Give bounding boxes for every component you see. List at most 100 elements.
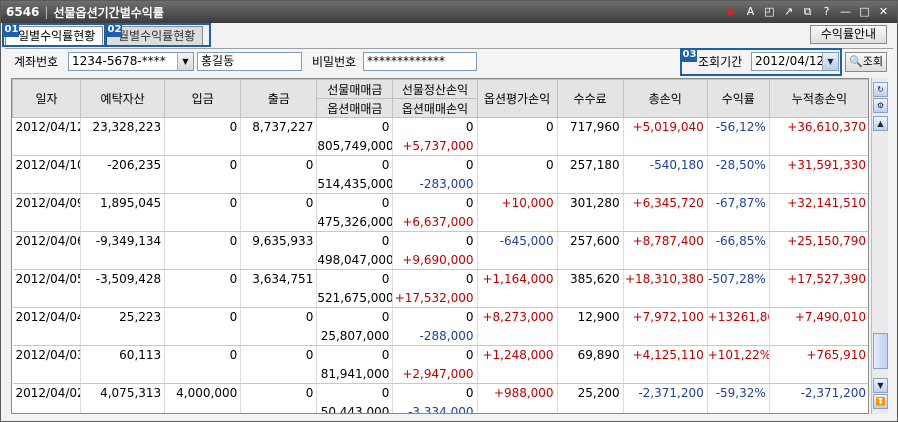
cell-empty (477, 326, 558, 346)
header-total-pl[interactable]: 총손익 (622, 79, 708, 118)
export-icon[interactable]: ⚙ (873, 98, 888, 113)
flag-icon[interactable]: ▶ (724, 4, 739, 19)
cell-return: -56,12% (707, 117, 770, 137)
header-opt-trade[interactable]: 옵션매매금 (316, 98, 394, 118)
header-date[interactable]: 일자 (12, 79, 82, 118)
header-out[interactable]: 출금 (240, 79, 318, 118)
cell-out: 8,737,227 (240, 117, 318, 137)
cell-in: 0 (164, 345, 242, 365)
header-opt-pl[interactable]: 옵션매매손익 (392, 98, 478, 118)
cell-empty (769, 288, 868, 308)
cell-opt-trade: 805,749,000 (316, 136, 394, 156)
password-field[interactable]: ************* (363, 52, 477, 71)
cell-empty (164, 364, 242, 384)
return-table[interactable]: 일자 예탁자산 입금 출금 선물매매금 선물정산손익 옵션평가손익 수수료 총손… (11, 78, 869, 414)
cell-total-pl: +8,787,400 (623, 231, 708, 251)
cell-return: +13261,86% (707, 307, 770, 327)
cell-out: 0 (240, 383, 318, 403)
cell-return: -28,50% (707, 155, 770, 175)
font-icon[interactable]: A (743, 4, 758, 19)
cell-opt-trade: 521,675,000 (316, 288, 394, 308)
table-row[interactable]: 2012/04/05 -3,509,428 0 3,634,751 0 0 +1,164,0… (12, 269, 868, 289)
table-row[interactable]: 2012/04/04 25,223 0 0 0 0 +8,273,000 12,900 +7,9… (12, 307, 868, 327)
cell-fee: 717,960 (557, 117, 624, 137)
cell-opt-pl: +17,532,000 (392, 288, 478, 308)
table-row[interactable]: 2012/04/06 -9,349,134 0 9,635,933 0 0 -645,000… (12, 231, 868, 251)
header-in[interactable]: 입금 (164, 79, 242, 118)
table-row-sub[interactable]: 805,749,000 +5,737,000 (12, 136, 868, 156)
scroll-bottom-icon[interactable]: ⏬ (873, 394, 888, 409)
cell-opt-pl: -3,334,000 (392, 402, 478, 413)
cell-empty (12, 250, 82, 270)
cell-fee: 12,900 (557, 307, 624, 327)
search-button[interactable]: 🔍조회 (845, 52, 887, 72)
chevron-down-icon[interactable]: ▼ (177, 53, 193, 70)
scroll-down-icon[interactable]: ▼ (873, 378, 888, 393)
cell-empty (80, 250, 166, 270)
cell-empty (164, 250, 242, 270)
table-row[interactable]: 2012/04/03 60,113 0 0 0 0 +1,248,000 69,890 +4,1… (12, 345, 868, 365)
tile-icon[interactable]: ⧉ (800, 4, 815, 19)
cell-fut-trade: 0 (316, 345, 394, 365)
cell-opt-eval: 0 (477, 155, 558, 175)
cell-fee: 25,200 (557, 383, 624, 403)
scrollbar-thumb[interactable] (873, 333, 888, 369)
search-button-label: 조회 (862, 55, 883, 68)
table-row-sub[interactable]: 498,047,000 +9,690,000 (12, 250, 868, 270)
table-row[interactable]: 2012/04/10 -206,235 0 0 0 0 0 257,180 -540,180 -2… (12, 155, 868, 175)
table-row-sub[interactable]: 50,443,000 -3,334,000 (12, 402, 868, 413)
refresh-icon[interactable]: ↻ (873, 82, 888, 97)
cell-cum-pl: +25,150,790 (769, 231, 868, 251)
cell-opt-pl: +2,947,000 (392, 364, 478, 384)
cell-empty (769, 136, 868, 156)
minimize-icon[interactable]: — (838, 4, 853, 19)
tab-daily-return[interactable]: 일별수익률현황 (5, 26, 103, 46)
cell-empty (477, 250, 558, 270)
cell-empty (164, 212, 242, 232)
password-label: 비밀번호 (312, 55, 357, 69)
cell-fut-trade: 0 (316, 307, 394, 327)
cell-deposit: 25,223 (80, 307, 166, 327)
chevron-down-icon[interactable]: ▼ (822, 53, 838, 70)
header-opt-eval[interactable]: 옵션평가손익 (476, 79, 558, 118)
cell-opt-eval: +10,000 (477, 193, 558, 213)
header-deposit[interactable]: 예탁자산 (80, 79, 166, 118)
return-guide-button[interactable]: 수익률안내 (810, 25, 887, 44)
cell-fut-settle: 0 (392, 193, 478, 213)
table-row-sub[interactable]: 81,941,000 +2,947,000 (12, 364, 868, 384)
scroll-up-icon[interactable]: ▲ (873, 116, 888, 131)
account-select[interactable]: 1234-5678-**** ▼ (68, 52, 194, 71)
header-return[interactable]: 수익률 (706, 79, 770, 118)
cell-opt-eval: 0 (477, 117, 558, 137)
cell-empty (240, 212, 318, 232)
table-row-sub[interactable]: 514,435,000 -283,000 (12, 174, 868, 194)
cell-empty (707, 326, 770, 346)
table-row[interactable]: 2012/04/12 23,328,223 0 8,737,227 0 0 0 717,960… (12, 117, 868, 137)
maximize-icon[interactable]: □ (857, 4, 872, 19)
table-row-sub[interactable]: 25,807,000 -288,000 (12, 326, 868, 346)
cell-date: 2012/04/06 (12, 231, 82, 251)
help-icon[interactable]: ? (819, 4, 834, 19)
cell-deposit: -3,509,428 (80, 269, 166, 289)
vertical-scrollbar[interactable]: ↻ ⚙ ▲ ▼ ⏬ (871, 78, 888, 414)
close-icon[interactable]: ✕ (876, 4, 891, 19)
cell-opt-eval: +8,273,000 (477, 307, 558, 327)
header-cum-pl[interactable]: 누적총손익 (768, 79, 868, 118)
period-date-select[interactable]: 2012/04/12 ▼ (751, 52, 839, 71)
table-row-sub[interactable]: 475,326,000 +6,637,000 (12, 212, 868, 232)
cell-empty (12, 174, 82, 194)
cell-out: 0 (240, 345, 318, 365)
title-bar[interactable]: 6546 | 선물옵션기간별수익률 ▶ A ◰ ↗ ⧉ ? — □ ✕ (1, 1, 897, 23)
header-fee[interactable]: 수수료 (556, 79, 624, 118)
table-row[interactable]: 2012/04/02 4,075,313 4,000,000 0 0 0 +988,000 2… (12, 383, 868, 403)
screen-icon[interactable]: ◰ (762, 4, 777, 19)
cell-empty (707, 250, 770, 270)
cell-empty (477, 174, 558, 194)
expand-icon[interactable]: ↗ (781, 4, 796, 19)
header-fut-trade[interactable]: 선물매매금 (316, 79, 394, 99)
cell-cum-pl: -2,371,200 (769, 383, 868, 403)
table-row-sub[interactable]: 521,675,000 +17,532,000 (12, 288, 868, 308)
header-fut-settle[interactable]: 선물정산손익 (392, 79, 478, 99)
table-row[interactable]: 2012/04/09 1,895,045 0 0 0 0 +10,000 301,280 +6,… (12, 193, 868, 213)
cell-in: 0 (164, 117, 242, 137)
